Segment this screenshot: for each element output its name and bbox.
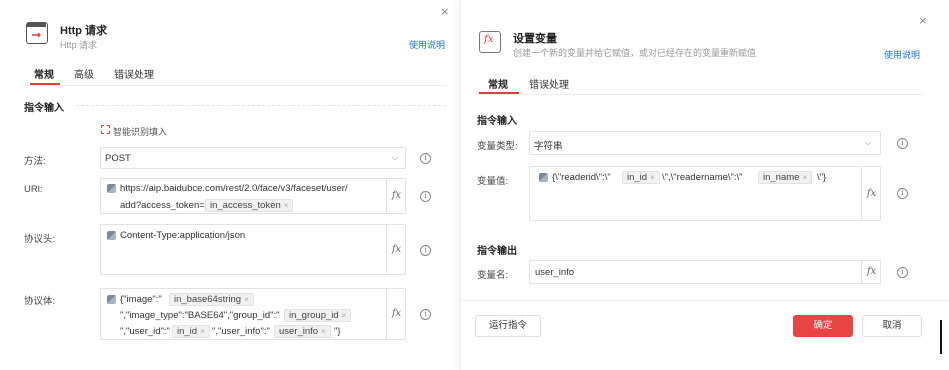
smart-fill-label: 智能识别填入	[113, 127, 168, 137]
tab-general[interactable]: 常规	[34, 66, 54, 81]
fx-button[interactable]: fx	[861, 261, 881, 283]
body-label: 协议体:	[24, 296, 56, 307]
chip-remove-icon[interactable]: ×	[321, 327, 326, 336]
smart-fill-icon	[101, 125, 110, 134]
ok-button[interactable]: 确定	[793, 315, 853, 337]
footer-divider	[461, 300, 949, 301]
variable-chip[interactable]: in_name ×	[758, 171, 813, 184]
python-icon	[539, 173, 548, 182]
section-divider	[76, 105, 446, 106]
body-text: {"image":"	[120, 294, 162, 305]
body-text: ","user_id":"	[120, 326, 170, 337]
method-select[interactable]: POST ⌵	[100, 147, 406, 169]
body-text: "}	[334, 326, 341, 337]
chip-remove-icon[interactable]: ×	[342, 311, 347, 320]
info-icon[interactable]: i	[420, 153, 431, 164]
chip-remove-icon[interactable]: ×	[200, 327, 205, 336]
tab-advanced[interactable]: 高级	[74, 66, 94, 81]
chip-remove-icon[interactable]: ×	[284, 201, 289, 210]
info-icon[interactable]: i	[897, 188, 908, 199]
help-link[interactable]: 使用说明	[409, 38, 445, 51]
close-icon[interactable]: ×	[441, 4, 449, 19]
var-value-input[interactable]: {\"readerid\":\" in_id × \",\"readername\…	[529, 166, 881, 221]
section-input-title: 指令输入	[477, 116, 517, 127]
var-type-select[interactable]: 字符串 ⌵	[529, 131, 881, 155]
body-input[interactable]: {"image":" in_base64string × ","image_typ…	[100, 288, 406, 340]
fx-button[interactable]: fx	[386, 179, 406, 213]
var-type-label: 变量类型:	[477, 141, 518, 152]
var-type-value: 字符串	[534, 141, 563, 152]
set-variable-panel: × fx 设置变量 创建一个新的变量并给它赋值，或对已经存在的变量重新赋值 使用…	[460, 0, 949, 370]
var-name-value: user_info	[535, 267, 575, 278]
chip-remove-icon[interactable]: ×	[244, 295, 249, 304]
url-input[interactable]: https://aip.baidubce.com/rest/2.0/face/v…	[100, 178, 406, 214]
chip-label: in_group_id	[289, 310, 339, 321]
chip-label: in_id	[177, 326, 198, 337]
variable-chip[interactable]: in_base64string ×	[169, 293, 254, 306]
variable-chip[interactable]: in_id ×	[622, 171, 660, 184]
fx-variable-icon: fx	[479, 31, 501, 53]
url-label: URl:	[24, 184, 43, 195]
tab-general[interactable]: 常规	[488, 76, 508, 91]
headers-input[interactable]: Content-Type:application/json fx	[100, 224, 406, 275]
method-value: POST	[105, 153, 131, 164]
panel-subtitle: Http 请求	[60, 40, 98, 50]
chip-label: in_base64string	[174, 294, 242, 305]
info-icon[interactable]: i	[897, 267, 908, 278]
chip-remove-icon[interactable]: ×	[650, 173, 655, 182]
tab-divider	[22, 85, 447, 86]
fx-button[interactable]: fx	[386, 289, 406, 339]
http-request-icon	[26, 22, 48, 44]
chip-label: user_info	[279, 326, 319, 337]
variable-chip[interactable]: in_access_token ×	[205, 199, 294, 212]
info-icon[interactable]: i	[420, 191, 431, 202]
chip-label: in_name	[763, 172, 800, 183]
panel-title: Http 请求	[60, 25, 108, 37]
panel-title: 设置变量	[513, 33, 557, 45]
panel-subtitle: 创建一个新的变量并给它赋值，或对已经存在的变量重新赋值	[513, 48, 757, 58]
info-icon[interactable]: i	[897, 138, 908, 149]
help-link[interactable]: 使用说明	[884, 48, 920, 61]
python-icon	[107, 295, 116, 304]
info-icon[interactable]: i	[420, 245, 431, 256]
variable-chip[interactable]: in_id ×	[172, 325, 210, 338]
http-request-panel: × Http 请求 Http 请求 使用说明 常规 高级 错误处理 指令输入 智…	[0, 0, 460, 370]
headers-label: 协议头:	[24, 234, 56, 245]
tab-divider	[475, 94, 922, 95]
section-input-title: 指令输入	[24, 103, 64, 114]
var-name-label: 变量名:	[477, 270, 509, 281]
python-icon	[107, 231, 116, 240]
run-command-button[interactable]: 运行指令	[475, 315, 541, 337]
var-value-text: \",\"readername\":\"	[662, 172, 743, 183]
chip-remove-icon[interactable]: ×	[802, 173, 807, 182]
fx-button[interactable]: fx	[386, 225, 406, 274]
chevron-down-icon: ⌵	[865, 138, 872, 147]
section-output-title: 指令输出	[477, 246, 517, 257]
body-text: ","image_type":"BASE64","group_id":"	[120, 310, 280, 321]
variable-chip[interactable]: user_info ×	[274, 325, 331, 338]
python-icon	[107, 184, 116, 193]
method-label: 方法:	[24, 156, 46, 167]
var-value-text: {\"readerid\":\"	[552, 172, 611, 183]
variable-chip[interactable]: in_group_id ×	[284, 309, 352, 322]
var-value-label: 变量值:	[477, 176, 509, 187]
url-text-line2: add?access_token=	[120, 200, 205, 211]
var-value-text: \"}	[817, 172, 827, 183]
tab-error-handling[interactable]: 错误处理	[529, 76, 569, 91]
body-text: ","user_info":"	[212, 326, 270, 337]
cancel-button[interactable]: 取消	[862, 315, 922, 337]
fx-button[interactable]: fx	[861, 167, 881, 220]
chip-label: in_id	[627, 172, 648, 183]
close-icon[interactable]: ×	[919, 13, 927, 28]
tab-error-handling[interactable]: 错误处理	[114, 66, 154, 81]
headers-value: Content-Type:application/json	[120, 230, 246, 241]
info-icon[interactable]: i	[420, 309, 431, 320]
window-edge	[940, 320, 942, 354]
chip-label: in_access_token	[210, 200, 281, 211]
url-text-line1: https://aip.baidubce.com/rest/2.0/face/v…	[120, 183, 348, 194]
chevron-down-icon: ⌵	[392, 153, 399, 162]
var-name-input[interactable]: user_info fx	[529, 260, 881, 284]
